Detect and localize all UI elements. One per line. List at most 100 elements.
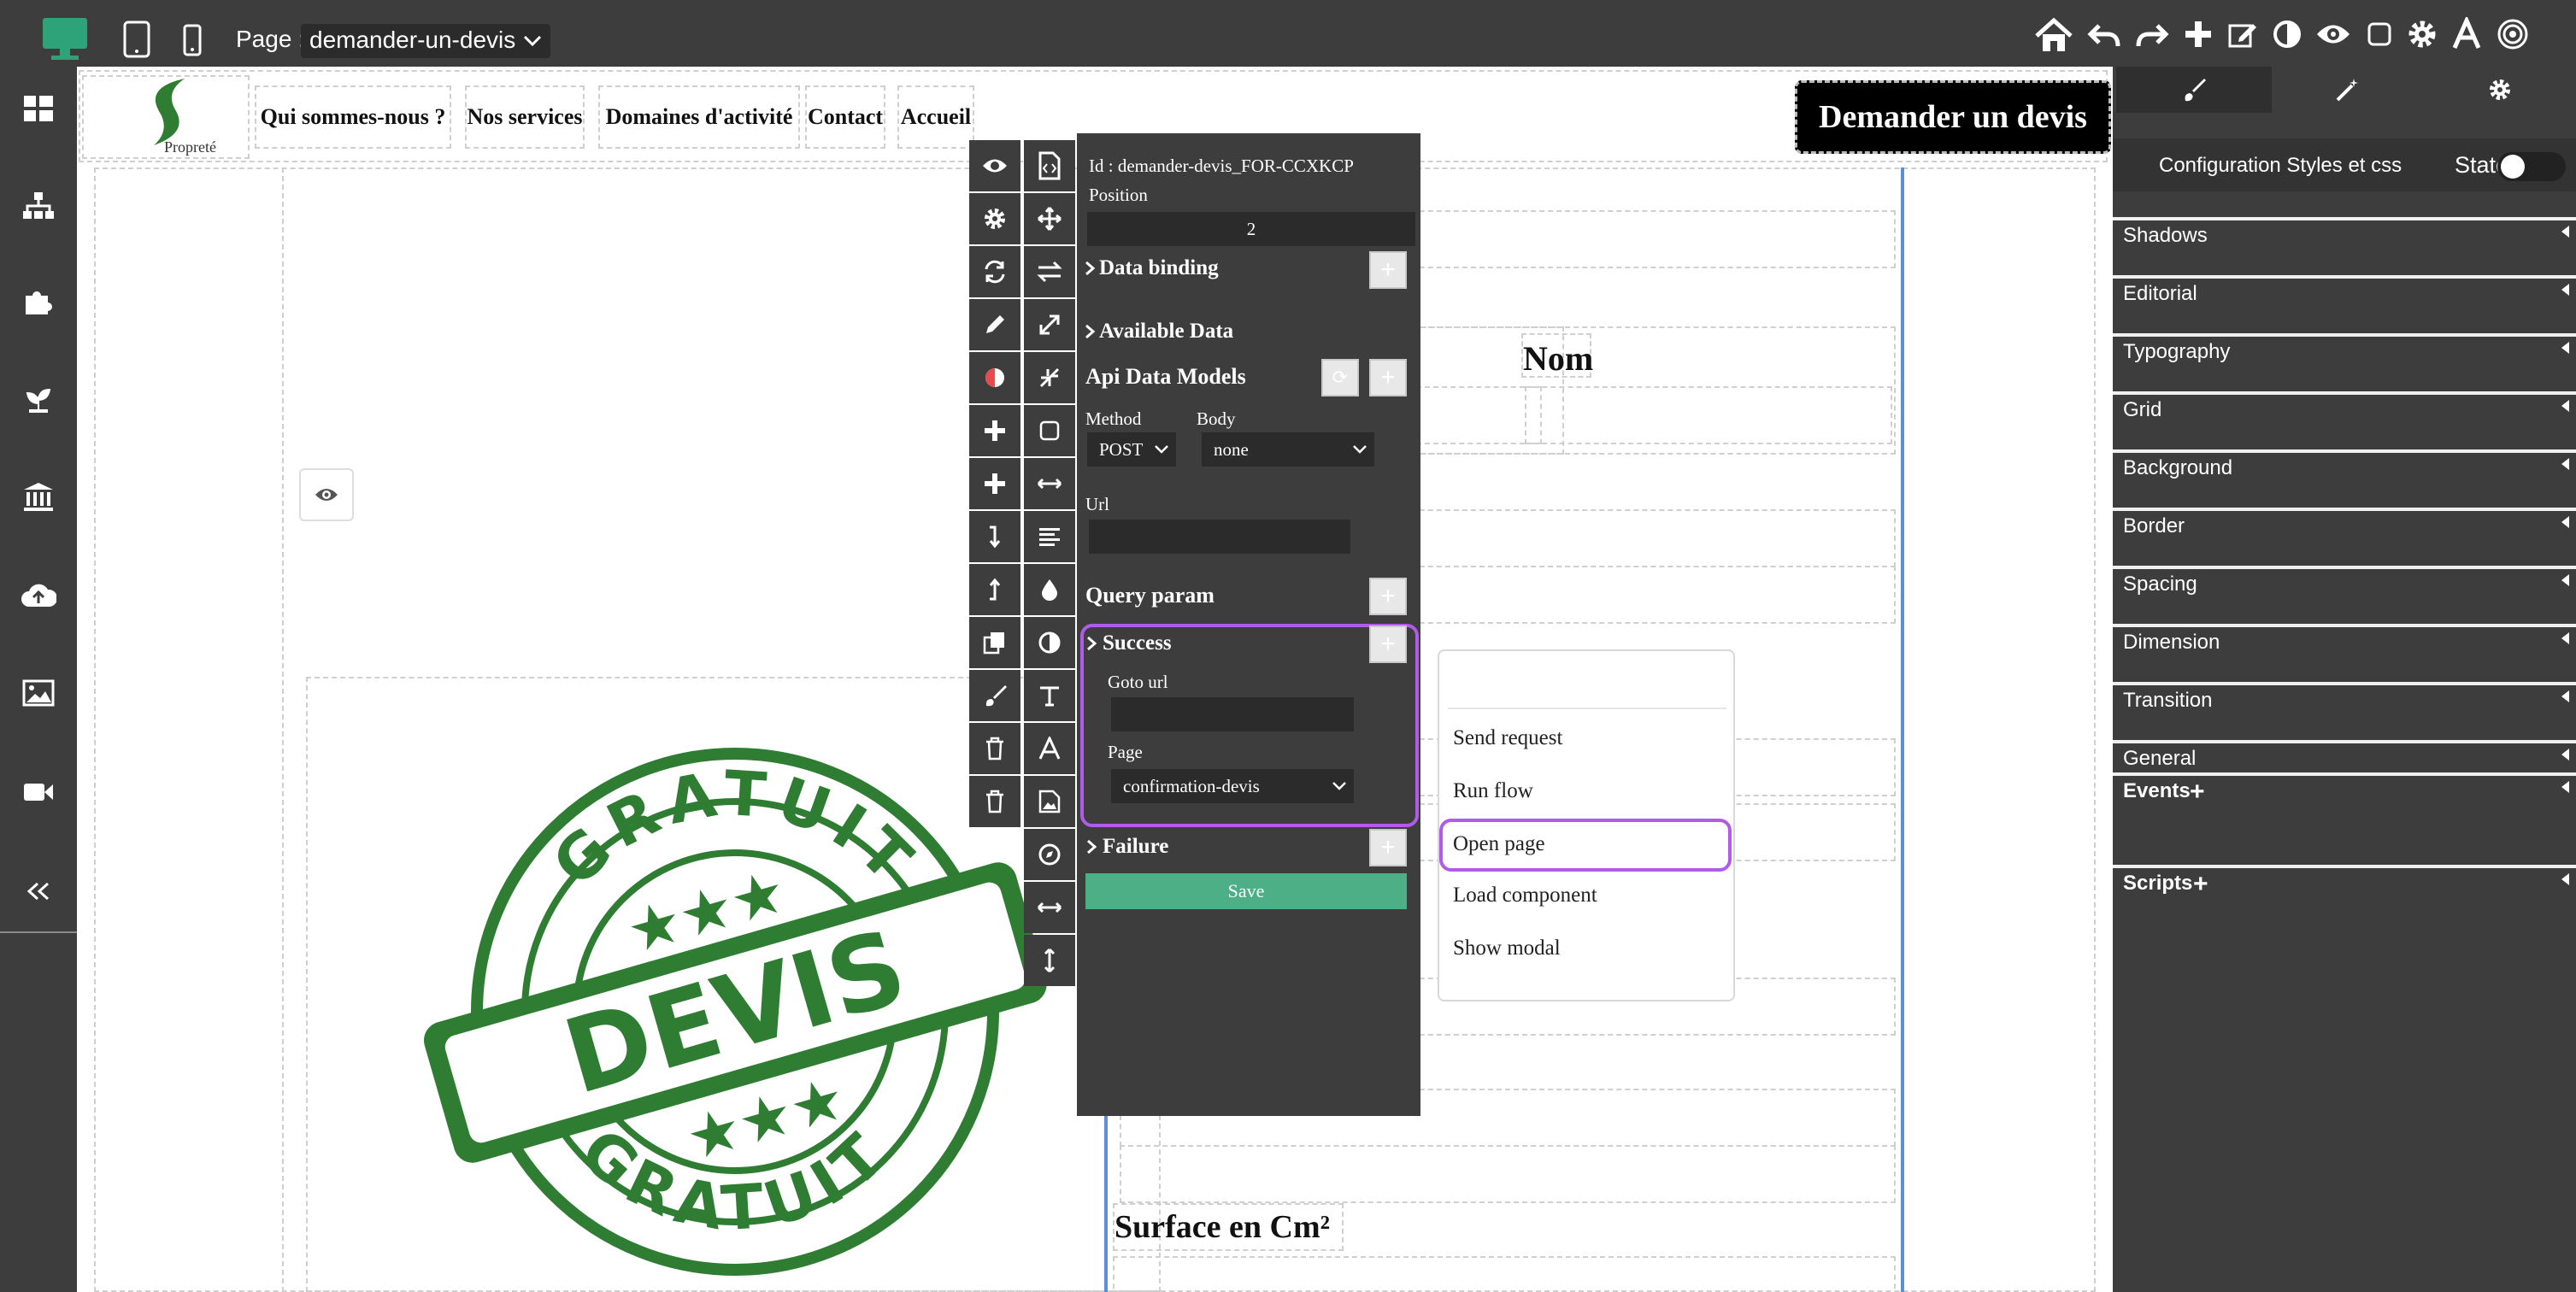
form-input-9[interactable]: [1120, 1145, 1896, 1203]
dashboard-icon[interactable]: [17, 87, 60, 130]
shrink-tool[interactable]: [1024, 352, 1075, 403]
section-background[interactable]: Background: [2113, 449, 2576, 502]
gear-icon[interactable]: [2403, 15, 2441, 53]
contrast-icon[interactable]: [2270, 17, 2304, 51]
available-data-toggle[interactable]: Available Data: [1084, 316, 1233, 347]
nav-domaines[interactable]: Domaines d'activité: [598, 85, 800, 149]
brush-tool[interactable]: [969, 670, 1020, 721]
contrast-tool[interactable]: [1024, 617, 1075, 668]
duplicate-tool[interactable]: [969, 617, 1020, 668]
body-select[interactable]: none: [1202, 432, 1374, 467]
edit-icon[interactable]: [2226, 17, 2260, 51]
action-menu-search[interactable]: [1448, 656, 1726, 709]
target-icon[interactable]: [2494, 15, 2532, 53]
v-resize-tool[interactable]: [1024, 935, 1075, 986]
swap-tool[interactable]: [1024, 246, 1075, 297]
form-input-nom[interactable]: [1525, 386, 1892, 444]
section-shadows[interactable]: Shadows: [2113, 217, 2576, 270]
section-scripts[interactable]: Scripts +: [2113, 865, 2576, 918]
menu-item-load-component[interactable]: Load component: [1453, 884, 1597, 907]
failure-add-button[interactable]: +: [1369, 829, 1407, 866]
box-tool[interactable]: [1024, 405, 1075, 456]
tab-style[interactable]: [2116, 67, 2272, 113]
square-icon[interactable]: [2362, 17, 2397, 51]
fill-tool[interactable]: [1024, 564, 1075, 615]
color-toggle-tool[interactable]: [969, 352, 1020, 403]
visibility-tool[interactable]: [969, 140, 1020, 191]
nav-accueil[interactable]: Accueil: [897, 85, 974, 149]
section-general[interactable]: General: [2113, 740, 2576, 772]
section-editorial[interactable]: Editorial: [2113, 275, 2576, 328]
eye-icon[interactable]: [2314, 17, 2352, 51]
cloud-upload-icon[interactable]: [15, 574, 62, 617]
menu-item-run-flow[interactable]: Run flow: [1453, 779, 1533, 803]
move-up-tool[interactable]: [969, 564, 1020, 615]
scripts-add-icon[interactable]: +: [2193, 870, 2208, 899]
menu-item-show-modal[interactable]: Show modal: [1453, 937, 1561, 960]
section-dimension[interactable]: Dimension: [2113, 624, 2576, 677]
font-icon[interactable]: [2448, 14, 2485, 55]
delete-tool[interactable]: [969, 723, 1020, 774]
nav-qui-sommes-nous[interactable]: Qui sommes-nous ?: [255, 85, 451, 149]
tab-settings[interactable]: [2424, 67, 2576, 113]
video-icon[interactable]: [17, 771, 60, 813]
save-button[interactable]: Save: [1085, 873, 1407, 909]
puzzle-icon[interactable]: [17, 280, 60, 323]
sitemap-icon[interactable]: [17, 185, 60, 227]
tablet-view-icon[interactable]: [120, 17, 154, 62]
undo-icon[interactable]: [2085, 17, 2123, 55]
section-typography[interactable]: Typography: [2113, 333, 2576, 386]
section-spacing[interactable]: Spacing: [2113, 566, 2576, 619]
align-tool[interactable]: [1024, 511, 1075, 562]
settings-tool[interactable]: [969, 193, 1020, 244]
data-binding-toggle[interactable]: Data binding: [1084, 253, 1219, 284]
desktop-view-icon[interactable]: [38, 14, 92, 63]
failure-toggle[interactable]: Failure: [1085, 831, 1168, 863]
api-refresh-button[interactable]: ⟳: [1321, 359, 1359, 396]
image-tool[interactable]: [1024, 776, 1075, 827]
code-tool[interactable]: [1024, 140, 1075, 191]
url-input[interactable]: [1089, 520, 1350, 554]
add-tool[interactable]: [969, 405, 1020, 456]
method-select[interactable]: POST: [1087, 432, 1176, 467]
menu-item-open-page[interactable]: Open page: [1453, 832, 1545, 856]
redo-icon[interactable]: [2133, 17, 2171, 55]
font-tool[interactable]: [1024, 723, 1075, 774]
page-select[interactable]: demander-un-devis: [301, 24, 550, 58]
plus-icon[interactable]: [2181, 17, 2215, 51]
page-target-select[interactable]: confirmation-devis: [1111, 769, 1354, 803]
add-child-tool[interactable]: [969, 458, 1020, 509]
query-param-add-button[interactable]: +: [1369, 578, 1407, 615]
nav-nos-services[interactable]: Nos services: [465, 85, 585, 149]
delete-all-tool[interactable]: [969, 776, 1020, 827]
home-icon[interactable]: [2032, 14, 2075, 56]
refresh-tool[interactable]: [969, 246, 1020, 297]
collapse-icon[interactable]: [17, 870, 60, 913]
success-add-button[interactable]: +: [1369, 625, 1407, 663]
state-toggle[interactable]: [2497, 152, 2566, 181]
move-down-tool[interactable]: [969, 511, 1020, 562]
nav-contact[interactable]: Contact: [805, 85, 885, 149]
goto-url-input[interactable]: [1111, 697, 1354, 731]
h-resize-tool[interactable]: [1024, 882, 1075, 933]
cta-demander-devis[interactable]: Demander un devis: [1795, 80, 2111, 154]
section-grid[interactable]: Grid: [2113, 391, 2576, 444]
plant-icon[interactable]: [17, 378, 60, 420]
text-tool[interactable]: [1024, 670, 1075, 721]
api-add-button[interactable]: +: [1369, 359, 1407, 396]
bank-icon[interactable]: [17, 475, 60, 518]
form-input-surface[interactable]: [1113, 1256, 1896, 1292]
image-icon[interactable]: [17, 672, 60, 714]
data-binding-add-button[interactable]: +: [1369, 251, 1407, 289]
section-events[interactable]: Events +: [2113, 772, 2576, 858]
menu-item-send-request[interactable]: Send request: [1453, 726, 1562, 750]
logo-box[interactable]: Propreté: [82, 75, 250, 159]
expand-tool[interactable]: [1024, 299, 1075, 350]
position-input[interactable]: 2: [1087, 212, 1415, 246]
mobile-view-icon[interactable]: [179, 21, 205, 60]
compass-tool[interactable]: [1024, 829, 1075, 880]
edit-tool[interactable]: [969, 299, 1020, 350]
section-border[interactable]: Border: [2113, 508, 2576, 561]
success-toggle[interactable]: Success: [1085, 627, 1172, 660]
preview-toggle[interactable]: [299, 468, 354, 521]
